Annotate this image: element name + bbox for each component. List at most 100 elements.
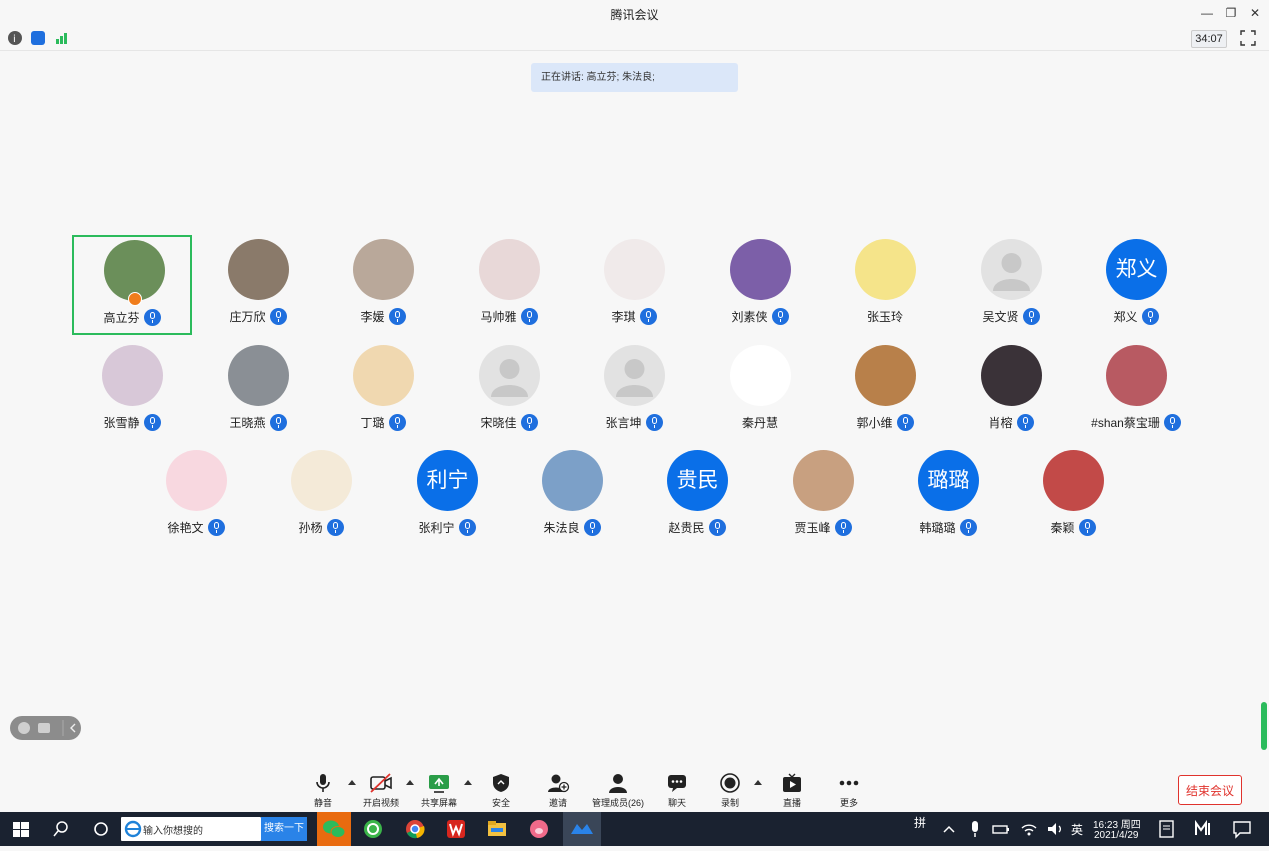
close-button[interactable]: ✕ <box>1246 4 1264 22</box>
participant-tile[interactable]: 秦丹慧 <box>700 341 820 441</box>
more-icon <box>837 772 861 794</box>
record-button[interactable]: 录制 <box>700 772 760 809</box>
security-button[interactable]: 安全 <box>471 772 531 809</box>
microphone-icon <box>207 518 225 536</box>
avatar <box>730 345 791 406</box>
taskbar-search-button[interactable]: 搜索一下 <box>261 817 307 841</box>
participant-tile[interactable]: 张言坤 <box>574 341 694 441</box>
pig-app-icon[interactable] <box>528 818 550 840</box>
wps-icon[interactable] <box>445 818 467 840</box>
signal-icon[interactable] <box>55 31 69 45</box>
taskbar-search-input[interactable]: 输入你想搜的 <box>121 817 261 841</box>
chrome-icon[interactable] <box>404 818 426 840</box>
language-indicator[interactable]: 英 <box>1071 821 1083 838</box>
windows-start-icon[interactable] <box>10 818 32 840</box>
participant-name-row: 马帅雅 <box>449 307 569 325</box>
participant-tile[interactable]: 徐艳文 <box>136 446 256 546</box>
chat-button[interactable]: 聊天 <box>647 772 707 809</box>
collapse-panel[interactable] <box>10 716 81 740</box>
participant-tile[interactable]: 李媛 <box>323 235 443 335</box>
tray-app-icon[interactable] <box>1193 818 1215 840</box>
participant-tile[interactable]: 李琪 <box>574 235 694 335</box>
battery-icon[interactable] <box>990 818 1012 840</box>
participant-tile[interactable]: 贵民 赵贵民 <box>637 446 757 546</box>
tencent-meeting-icon[interactable] <box>563 812 601 846</box>
participant-name: 秦颖 <box>1050 520 1075 535</box>
microphone-icon <box>896 413 914 431</box>
microphone-icon <box>1022 307 1040 325</box>
participant-name: 刘素侠 <box>731 309 768 324</box>
record-icon <box>718 772 742 794</box>
taskbar-date[interactable]: 2021/4/29 <box>1094 830 1139 841</box>
participant-name: 朱法良 <box>543 520 580 535</box>
participant-tile[interactable]: 郑义 郑义 <box>1076 235 1196 335</box>
participant-tile[interactable]: 庄万欣 <box>198 235 318 335</box>
live-button[interactable]: 直播 <box>762 772 822 809</box>
participant-tile[interactable]: 张雪静 <box>72 341 192 441</box>
wechat-icon[interactable] <box>317 812 351 846</box>
more-button[interactable]: 更多 <box>819 772 879 809</box>
file-explorer-icon[interactable] <box>486 818 508 840</box>
volume-icon[interactable] <box>1044 818 1066 840</box>
minimize-button[interactable]: — <box>1198 4 1216 22</box>
microphone-icon <box>708 518 726 536</box>
participant-name: 李琪 <box>611 309 636 324</box>
participant-name: 秦丹慧 <box>741 415 778 430</box>
participant-tile[interactable]: 丁璐 <box>323 341 443 441</box>
avatar <box>102 345 163 406</box>
taskbar-time[interactable]: 16:23 周四 <box>1093 816 1141 831</box>
participant-tile[interactable]: 利宁 张利宁 <box>387 446 507 546</box>
ime-indicator[interactable]: 拼 <box>914 814 926 831</box>
scroll-indicator[interactable] <box>1261 702 1267 750</box>
participant-name-row: 高立芬 <box>74 308 190 326</box>
participant-tile[interactable]: 吴文贤 <box>951 235 1071 335</box>
notification-icon[interactable] <box>1231 818 1253 840</box>
notes-icon[interactable] <box>1156 818 1178 840</box>
end-meeting-button[interactable]: 结束会议 <box>1178 775 1242 805</box>
microphone-icon <box>143 308 161 326</box>
manage-members-button[interactable]: 管理成员(26) <box>588 772 648 809</box>
record-options-caret[interactable] <box>754 780 762 785</box>
participant-tile[interactable]: 高立芬 <box>72 235 192 335</box>
avatar: 郑义 <box>1106 239 1167 300</box>
video-button[interactable]: 开启视频 <box>351 772 411 809</box>
participant-name-row: 贾玉峰 <box>763 518 883 536</box>
microphone-icon <box>269 307 287 325</box>
shield-icon[interactable] <box>31 31 45 45</box>
participant-tile[interactable]: #shan蔡宝珊 <box>1076 341 1196 441</box>
participant-tile[interactable]: 刘素侠 <box>700 235 820 335</box>
invite-button[interactable]: 邀请 <box>528 772 588 809</box>
wifi-icon[interactable] <box>1018 818 1040 840</box>
participant-name-row: 吴文贤 <box>951 307 1071 325</box>
svg-text:i: i <box>13 34 16 45</box>
participant-name-row: 肖榕 <box>951 413 1071 431</box>
mute-button[interactable]: 静音 <box>293 772 353 809</box>
avatar <box>479 345 540 406</box>
participant-tile[interactable]: 张玉玲 <box>825 235 945 335</box>
cortana-icon[interactable] <box>90 818 112 840</box>
participant-tile[interactable]: 贾玉峰 <box>763 446 883 546</box>
microphone-icon <box>388 307 406 325</box>
participant-tile[interactable]: 郭小维 <box>825 341 945 441</box>
info-icon[interactable]: i <box>8 31 22 45</box>
participant-tile[interactable]: 王晓燕 <box>198 341 318 441</box>
tray-up-arrow-icon[interactable] <box>938 818 960 840</box>
avatar <box>353 345 414 406</box>
participant-tile[interactable]: 孙杨 <box>261 446 381 546</box>
participant-tile[interactable]: 马帅雅 <box>449 235 569 335</box>
microphone-tray-icon[interactable] <box>964 818 986 840</box>
search-icon[interactable] <box>50 818 72 840</box>
participant-tile[interactable]: 宋晓佳 <box>449 341 569 441</box>
fullscreen-icon[interactable] <box>1240 30 1256 46</box>
restore-button[interactable]: ❐ <box>1222 4 1240 22</box>
share-screen-button[interactable]: 共享屏幕 <box>409 772 469 809</box>
participant-tile[interactable]: 朱法良 <box>512 446 632 546</box>
avatar <box>1106 345 1167 406</box>
browser-360-icon[interactable] <box>362 818 384 840</box>
participant-tile[interactable]: 璐璐 韩璐璐 <box>888 446 1008 546</box>
participant-tile[interactable]: 秦颖 <box>1013 446 1133 546</box>
avatar <box>542 450 603 511</box>
participant-name: 李媛 <box>360 309 385 324</box>
participant-name: 王晓燕 <box>229 415 266 430</box>
participant-tile[interactable]: 肖榕 <box>951 341 1071 441</box>
